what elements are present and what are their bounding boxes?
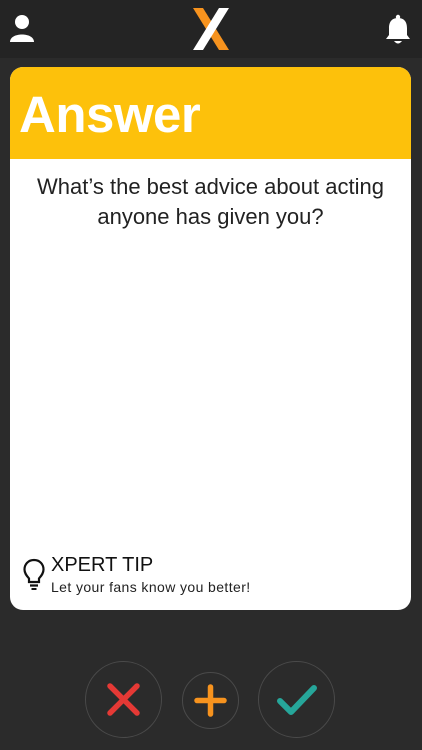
tip-text: Let your fans know you better! [51,579,251,595]
reject-button[interactable] [85,661,162,738]
question-card: Answer What’s the best advice about acti… [10,67,411,610]
x-mark-icon [106,682,140,716]
checkmark-icon [276,684,317,715]
card-header: Answer [10,67,411,159]
x-logo [190,6,232,52]
lightbulb-icon [22,558,46,590]
card-title: Answer [19,86,201,143]
top-bar [0,0,422,58]
expert-tip: XPERT TIP Let your fans know you better! [22,552,402,602]
bell-icon[interactable] [384,14,412,46]
question-text: What’s the best advice about acting anyo… [37,174,384,229]
profile-icon[interactable] [8,14,36,44]
add-button[interactable] [182,672,239,729]
plus-icon [193,683,227,717]
tip-title: XPERT TIP [51,554,154,576]
accept-button[interactable] [258,661,335,738]
